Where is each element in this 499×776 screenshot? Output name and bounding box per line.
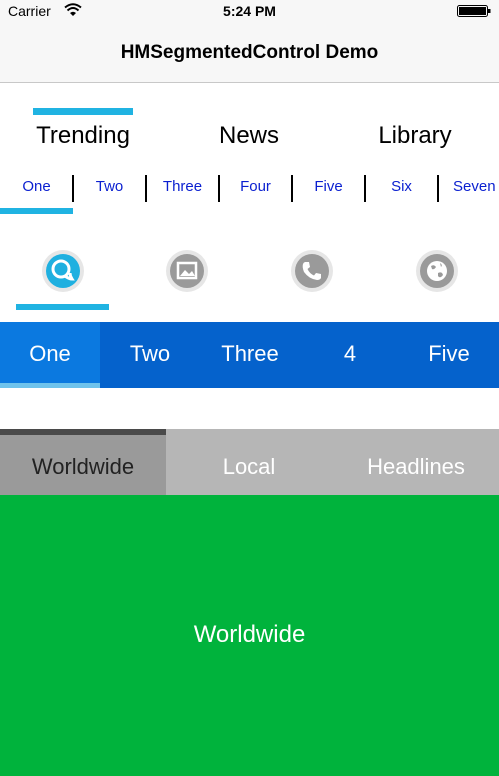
segmented-control-icons: [0, 240, 499, 310]
selection-indicator: [0, 208, 73, 214]
segment-four[interactable]: Four: [219, 178, 292, 195]
content-panel[interactable]: Worldwide: [0, 495, 499, 776]
segment-news[interactable]: News: [166, 122, 332, 150]
segment-four[interactable]: 4: [300, 341, 400, 367]
segmented-control-gray: Worldwide Local Headlines: [0, 429, 499, 495]
globe-icon[interactable]: [415, 249, 459, 293]
segment-two[interactable]: Two: [100, 341, 200, 367]
page-title: HMSegmentedControl Demo: [120, 42, 379, 63]
segment-library[interactable]: Library: [332, 122, 498, 150]
segment-one[interactable]: One: [0, 178, 73, 195]
segment-three[interactable]: Three: [200, 341, 300, 367]
segmented-control-scrollable: One Two Three Four Five Six Seven: [0, 170, 499, 216]
segment-five[interactable]: Five: [292, 178, 365, 195]
selection-indicator: [16, 304, 109, 310]
segment-worldwide[interactable]: Worldwide: [0, 454, 166, 480]
segment-six[interactable]: Six: [365, 178, 438, 195]
selection-indicator: [0, 429, 166, 435]
image-icon[interactable]: [165, 249, 209, 293]
phone-icon[interactable]: [290, 249, 334, 293]
selection-indicator: [33, 108, 133, 115]
segment-three[interactable]: Three: [146, 178, 219, 195]
status-bar: Carrier 5:24 PM: [0, 0, 499, 22]
chat-icon[interactable]: [41, 249, 85, 293]
navigation-bar: HMSegmentedControl Demo: [0, 22, 499, 83]
segmented-control-blue: One Two Three 4 Five: [0, 322, 499, 388]
segment-trending[interactable]: Trending: [0, 122, 166, 150]
segment-local[interactable]: Local: [166, 454, 332, 480]
segmented-control-text: Trending News Library: [0, 108, 499, 170]
content-label: Worldwide: [193, 621, 306, 648]
segment-five[interactable]: Five: [399, 341, 499, 367]
segment-seven[interactable]: Seven: [438, 178, 499, 195]
status-time: 5:24 PM: [223, 3, 276, 19]
selection-indicator: [0, 383, 100, 388]
segment-one[interactable]: One: [0, 341, 100, 367]
segment-two[interactable]: Two: [73, 178, 146, 195]
segment-headlines[interactable]: Headlines: [333, 454, 499, 480]
battery-icon: [457, 5, 491, 17]
